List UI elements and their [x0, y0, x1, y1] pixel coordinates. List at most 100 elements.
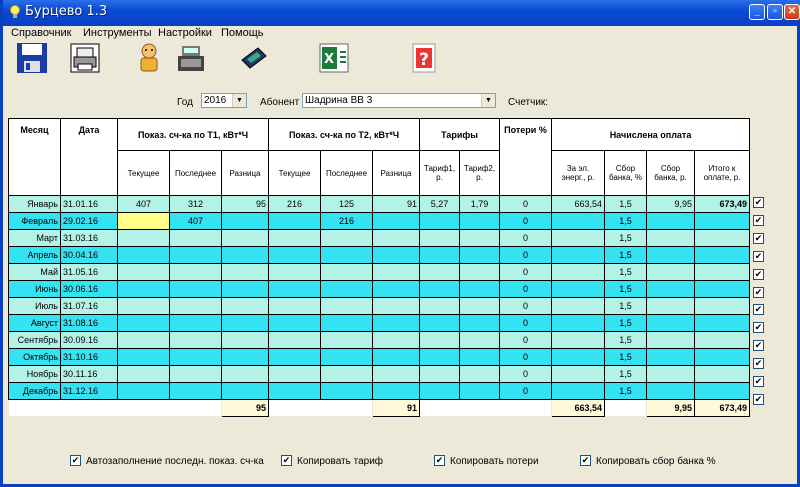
cell-tar1[interactable] [419, 246, 460, 264]
cell-t2-last[interactable] [320, 263, 373, 281]
cell-tar1[interactable] [419, 348, 460, 366]
cell-t1-last[interactable] [169, 314, 222, 332]
cell-t1-cur[interactable] [117, 246, 170, 264]
minimize-button[interactable]: _ [749, 4, 765, 20]
cell-t1-cur[interactable] [117, 365, 170, 383]
cell-total[interactable] [693, 263, 751, 281]
cell-fee-rub[interactable] [646, 348, 695, 366]
cell-tar2[interactable] [459, 382, 500, 400]
cell-fee-rub[interactable] [646, 212, 695, 230]
cell-fee-rub[interactable]: 9,95 [646, 195, 695, 213]
cell-t1-diff[interactable] [221, 280, 269, 298]
cell-fee-pct[interactable]: 1,5 [604, 348, 647, 366]
cell-t2-diff[interactable] [372, 331, 420, 349]
cell-loss[interactable]: 0 [499, 212, 552, 230]
cell-tar2[interactable] [459, 246, 500, 264]
cell-t1-diff[interactable] [221, 348, 269, 366]
cell-t1-diff[interactable] [221, 331, 269, 349]
cell-total[interactable] [693, 212, 751, 230]
cell-t1-last[interactable] [169, 348, 222, 366]
cell-tar2[interactable] [459, 280, 500, 298]
cell-t1-cur[interactable] [117, 229, 170, 247]
row-checkbox[interactable]: ✔ [753, 322, 764, 334]
cell-t1-diff[interactable] [221, 246, 269, 264]
row-checkbox[interactable]: ✔ [753, 340, 764, 352]
cell-t1-cur[interactable] [117, 314, 170, 332]
cell-t1-cur[interactable]: 407 [117, 195, 170, 213]
cell-t2-cur[interactable]: 216 [268, 195, 321, 213]
cell-t2-last[interactable] [320, 314, 373, 332]
cell-t2-diff[interactable] [372, 348, 420, 366]
cell-t2-diff[interactable] [372, 314, 420, 332]
cell-t2-diff[interactable] [372, 212, 420, 230]
chevron-down-icon[interactable]: ▼ [481, 94, 495, 107]
menu-reference[interactable]: Справочник [11, 27, 72, 39]
cell-t2-cur[interactable] [268, 246, 321, 264]
cell-t2-last[interactable]: 216 [320, 212, 373, 230]
cell-t1-last[interactable]: 312 [169, 195, 222, 213]
cell-tar1[interactable] [419, 314, 460, 332]
cell-tar2[interactable] [459, 314, 500, 332]
save-icon[interactable] [16, 42, 48, 74]
checkbox[interactable]: ✔ [434, 455, 445, 466]
row-checkbox[interactable]: ✔ [753, 393, 764, 405]
cell-t1-last[interactable] [169, 246, 222, 264]
cell-energy[interactable] [551, 263, 605, 281]
cell-t1-cur[interactable] [117, 297, 170, 315]
cell-energy[interactable] [551, 280, 605, 298]
cell-tar1[interactable] [419, 297, 460, 315]
cell-tar2[interactable] [459, 331, 500, 349]
cell-t1-diff[interactable] [221, 229, 269, 247]
cell-total[interactable] [693, 314, 751, 332]
cell-t2-diff[interactable] [372, 246, 420, 264]
cell-t1-last[interactable] [169, 365, 222, 383]
checkbox[interactable]: ✔ [70, 455, 81, 466]
cell-total[interactable] [693, 365, 751, 383]
cell-t2-diff[interactable] [372, 280, 420, 298]
cell-t2-last[interactable]: 125 [320, 195, 373, 213]
cell-loss[interactable]: 0 [499, 297, 552, 315]
cell-tar1[interactable] [419, 331, 460, 349]
row-checkbox[interactable]: ✔ [753, 376, 764, 387]
table-row[interactable]: Январь 31.01.16 407 312 95 216 125 91 5,27 1,79 0 6… [8, 195, 751, 213]
table-row[interactable]: Июнь 30.06.16 0 1,5 [8, 280, 751, 298]
cell-fee-pct[interactable]: 1,5 [604, 212, 647, 230]
cell-t2-cur[interactable] [268, 314, 321, 332]
cell-t1-last[interactable] [169, 382, 222, 400]
table-row[interactable]: Август 31.08.16 0 1,5 [8, 314, 751, 332]
cell-t1-last[interactable] [169, 331, 222, 349]
close-button[interactable]: ✕ [784, 4, 800, 20]
cell-t2-diff[interactable] [372, 229, 420, 247]
cell-total[interactable] [693, 348, 751, 366]
cell-t1-diff[interactable] [221, 382, 269, 400]
cell-tar2[interactable] [459, 229, 500, 247]
cell-fee-rub[interactable] [646, 246, 695, 264]
cell-fee-rub[interactable] [646, 331, 695, 349]
print-icon[interactable] [69, 42, 101, 74]
cell-fee-rub[interactable] [646, 314, 695, 332]
cell-loss[interactable]: 0 [499, 365, 552, 383]
cell-t2-cur[interactable] [268, 331, 321, 349]
cell-energy[interactable] [551, 331, 605, 349]
year-select[interactable]: 2016 ▼ [201, 93, 247, 108]
cell-t2-last[interactable] [320, 280, 373, 298]
table-row[interactable]: Март 31.03.16 0 1,5 [8, 229, 751, 247]
row-checkbox[interactable]: ✔ [753, 358, 764, 370]
cell-t2-diff[interactable] [372, 297, 420, 315]
cell-total[interactable] [693, 297, 751, 315]
cell-fee-pct[interactable]: 1,5 [604, 297, 647, 315]
cell-t1-cur[interactable] [117, 212, 170, 230]
cell-t2-cur[interactable] [268, 365, 321, 383]
cell-total[interactable]: 673,49 [693, 195, 751, 213]
cell-t2-last[interactable] [320, 365, 373, 383]
cell-energy[interactable] [551, 365, 605, 383]
calculator-icon[interactable] [238, 42, 270, 74]
cell-fee-rub[interactable] [646, 297, 695, 315]
cell-t2-cur[interactable] [268, 263, 321, 281]
cell-t1-cur[interactable] [117, 280, 170, 298]
cell-t2-diff[interactable]: 91 [372, 195, 420, 213]
cell-tar1[interactable] [419, 365, 460, 383]
cell-fee-pct[interactable]: 1,5 [604, 246, 647, 264]
cell-loss[interactable]: 0 [499, 246, 552, 264]
cell-fee-rub[interactable] [646, 365, 695, 383]
